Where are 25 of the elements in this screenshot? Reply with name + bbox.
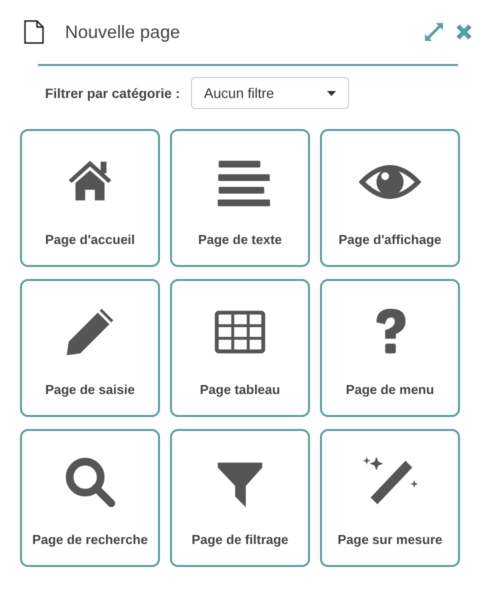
filter-label: Filtrer par catégorie : xyxy=(45,86,180,100)
page-type-tile[interactable]: Page sur mesure xyxy=(320,429,460,567)
document-icon xyxy=(24,20,44,44)
tile-label: Page de recherche xyxy=(32,532,148,547)
category-dropdown[interactable]: Aucun filtre xyxy=(191,77,350,109)
tile-label: Page de menu xyxy=(346,382,434,397)
page-type-tile[interactable]: Page de texte xyxy=(170,129,310,267)
tile-label: Page d'affichage xyxy=(338,232,442,247)
page-type-tile[interactable]: Page d'affichage xyxy=(320,129,460,267)
tile-label: Page de saisie xyxy=(45,382,135,397)
close-icon[interactable] xyxy=(455,23,473,41)
page-type-tile[interactable]: Page tableau xyxy=(170,279,310,417)
page-type-tile[interactable]: Page de recherche xyxy=(20,429,160,567)
page-type-tile[interactable]: Page de saisie xyxy=(20,279,160,417)
page-type-tile[interactable]: Page d'accueil xyxy=(20,129,160,267)
tile-label: Page de filtrage xyxy=(192,532,288,547)
caret-icon xyxy=(327,90,336,96)
page-type-tile[interactable]: Page de filtrage xyxy=(170,429,310,567)
window-title: Nouvelle page xyxy=(65,22,182,42)
tile-label: Page tableau xyxy=(200,382,280,397)
tile-label: Page d'accueil xyxy=(45,232,135,247)
page-type-tile[interactable]: Page de menu xyxy=(320,279,460,417)
expand-icon[interactable] xyxy=(423,21,445,43)
tile-label: Page sur mesure xyxy=(338,532,442,547)
tile-label: Page de texte xyxy=(198,232,282,247)
